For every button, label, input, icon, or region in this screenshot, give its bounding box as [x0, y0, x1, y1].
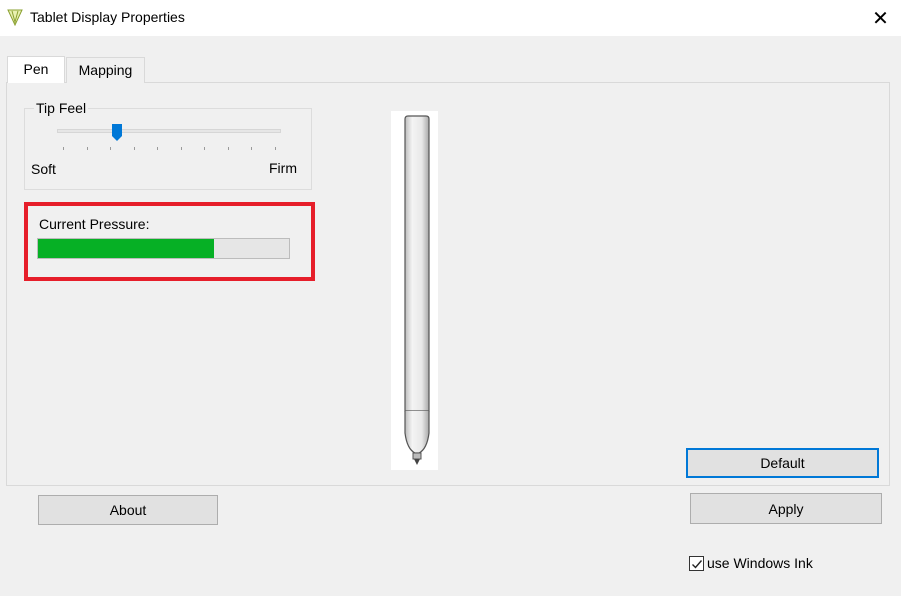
slider-tick — [275, 147, 276, 150]
window-title: Tablet Display Properties — [30, 9, 185, 25]
about-button[interactable]: About — [38, 495, 218, 525]
tip-feel-slider-thumb[interactable] — [112, 124, 123, 141]
windows-ink-option[interactable]: use Windows Ink — [689, 554, 813, 572]
current-pressure-label: Current Pressure: — [39, 216, 150, 232]
close-icon: ✕ — [872, 6, 889, 30]
slider-tick — [86, 147, 88, 150]
checkmark-icon — [692, 559, 703, 569]
tip-feel-slider-track[interactable] — [57, 129, 281, 133]
firm-label: Firm — [269, 160, 297, 176]
tab-pen[interactable]: Pen — [7, 56, 65, 83]
slider-tick — [180, 147, 182, 150]
tip-feel-group — [24, 108, 312, 190]
tablet-pen-app-icon — [7, 9, 23, 26]
soft-label: Soft — [31, 161, 56, 177]
pressure-progress-bar — [37, 238, 290, 259]
tab-mapping[interactable]: Mapping — [66, 57, 145, 83]
slider-tick — [157, 147, 159, 150]
slider-tick — [110, 147, 112, 150]
slider-tick — [204, 147, 206, 150]
tip-feel-label: Tip Feel — [34, 100, 89, 116]
default-button[interactable]: Default — [686, 448, 879, 478]
slider-tick — [251, 147, 253, 150]
windows-ink-checkbox[interactable] — [689, 555, 704, 571]
windows-ink-label: use Windows Ink — [707, 555, 813, 571]
pen-icon — [404, 115, 430, 465]
pen-illustration — [391, 111, 438, 470]
slider-tick — [133, 147, 135, 150]
slider-tick — [63, 147, 64, 150]
slider-tick — [227, 147, 229, 150]
pressure-progress-fill — [38, 239, 214, 258]
title-bar: Tablet Display Properties ✕ — [0, 0, 901, 36]
apply-button[interactable]: Apply — [690, 493, 882, 524]
close-button[interactable]: ✕ — [860, 0, 901, 36]
